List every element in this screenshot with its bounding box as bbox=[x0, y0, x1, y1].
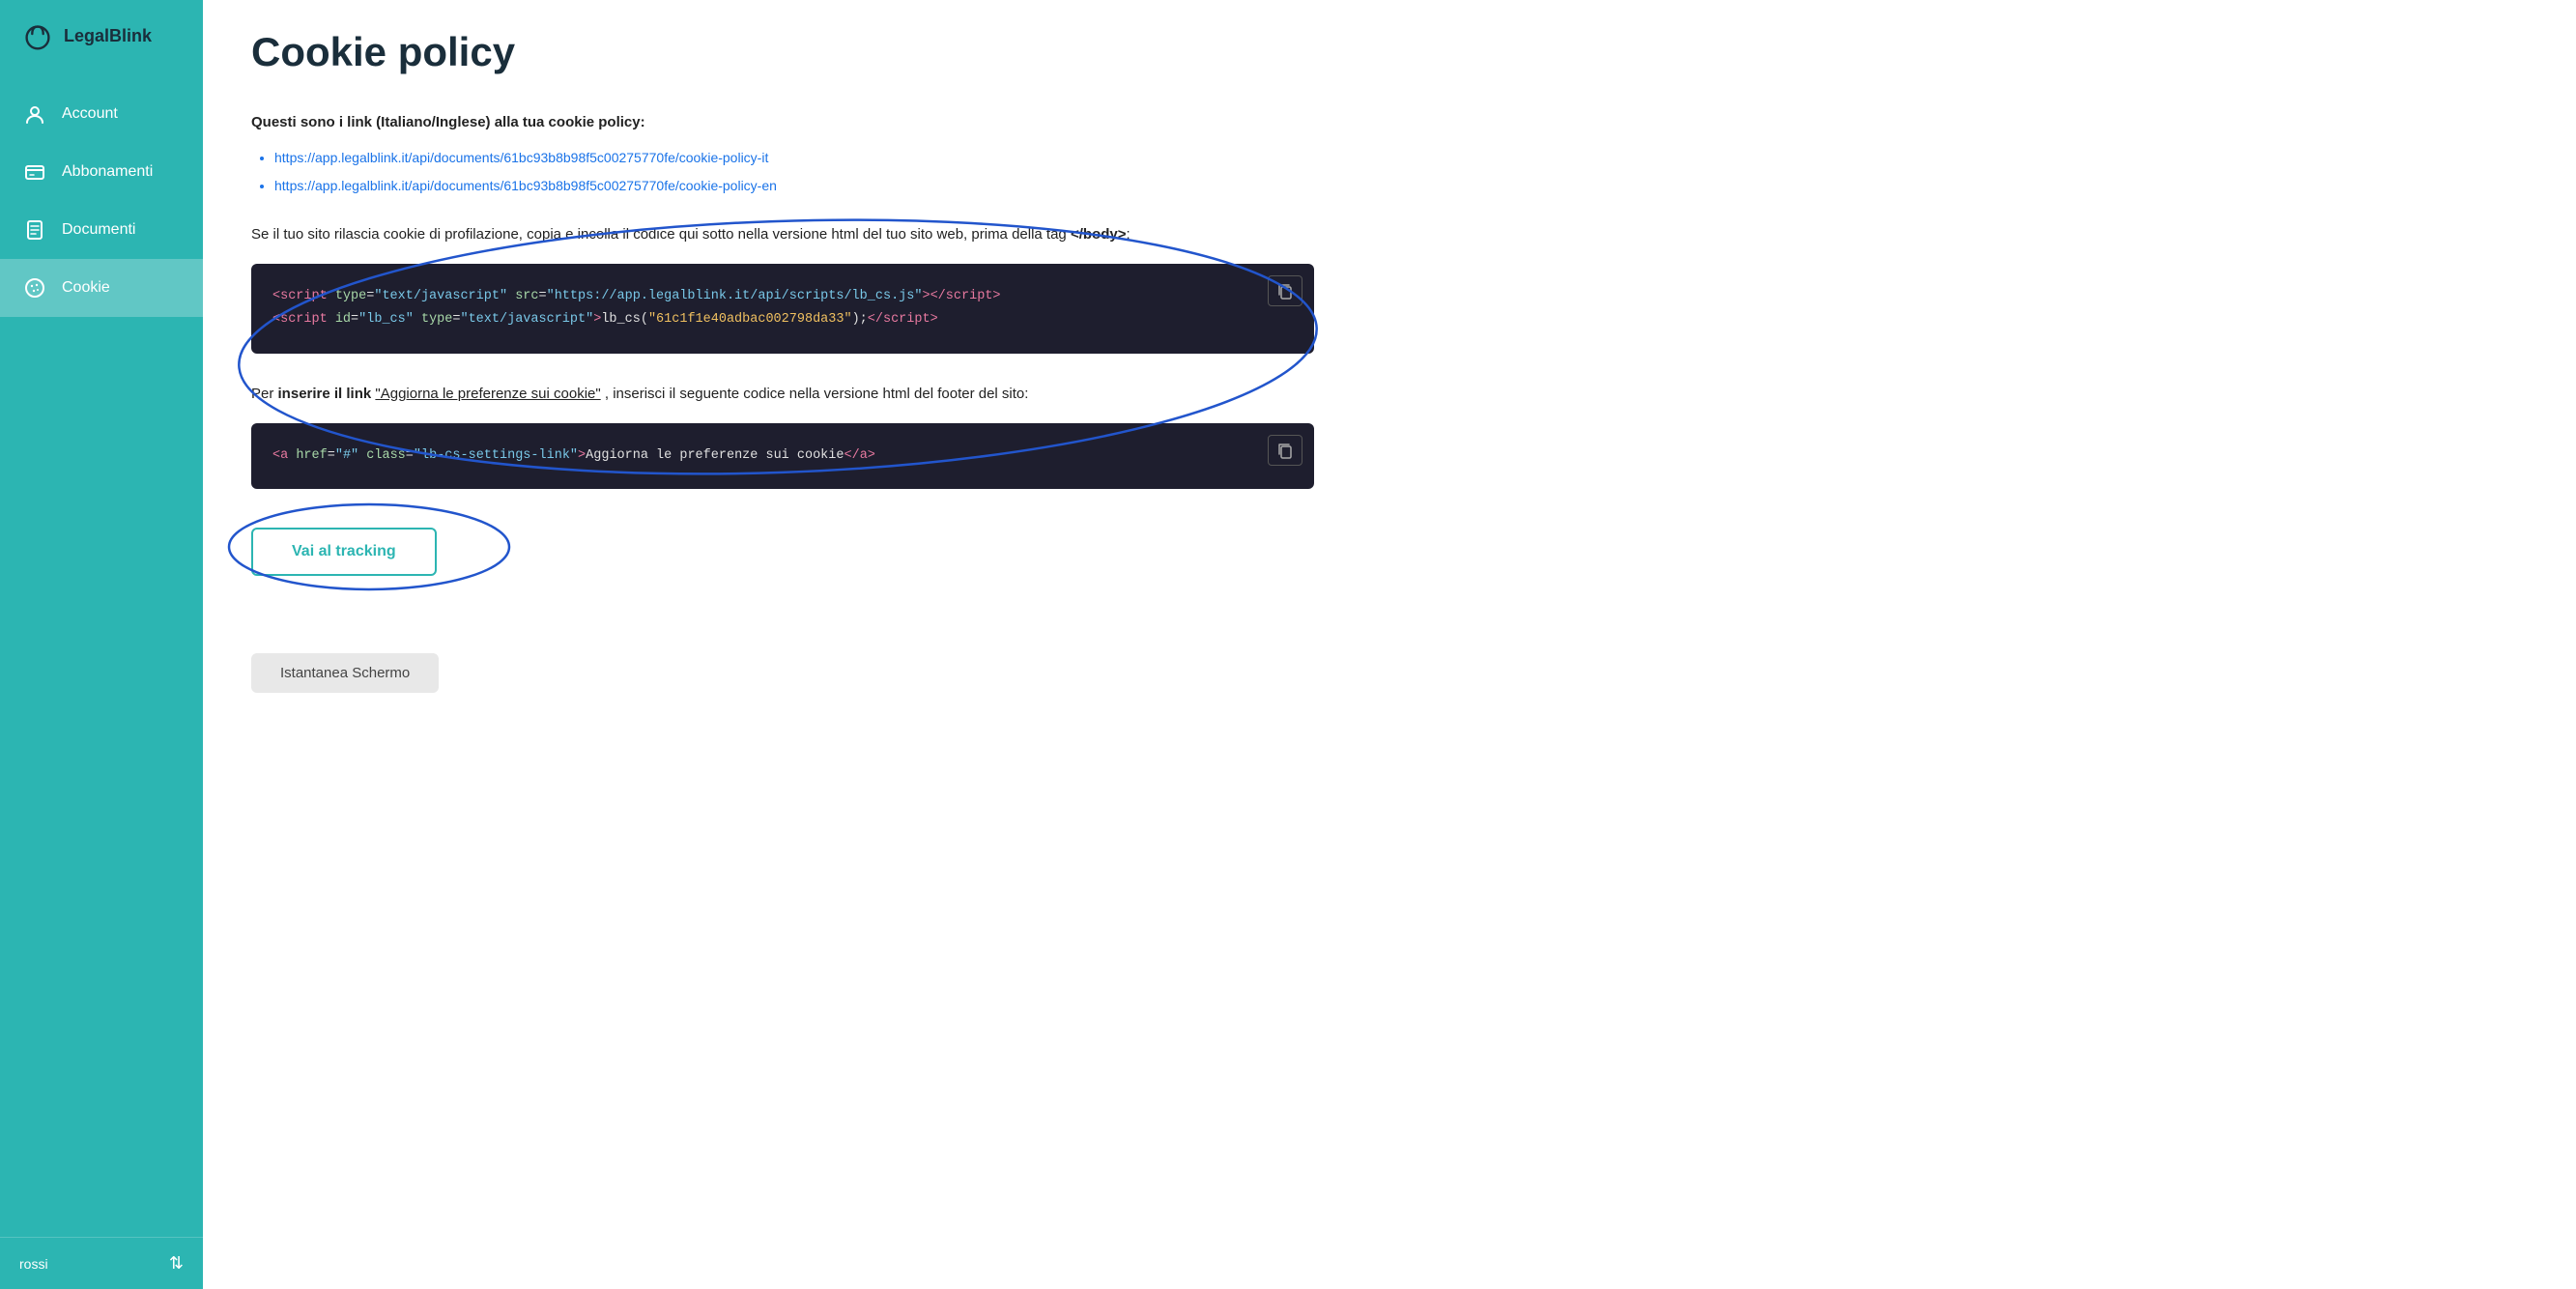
profilazione-text: Se il tuo sito rilascia cookie di profil… bbox=[251, 223, 1314, 246]
code-line-2: <script id="lb_cs" type="text/javascript… bbox=[272, 308, 1256, 331]
sidebar-item-documenti-label: Documenti bbox=[62, 221, 135, 239]
cookie-icon bbox=[23, 276, 46, 300]
sidebar-item-cookie[interactable]: Cookie bbox=[0, 259, 203, 317]
vai-btn-wrapper: Vai al tracking bbox=[251, 518, 437, 605]
code-block-2: <a href="#" class="lb-cs-settings-link">… bbox=[251, 423, 1314, 489]
sidebar-nav: Account Abbonamenti Documenti bbox=[0, 75, 203, 1237]
code-block-2-wrapper: <a href="#" class="lb-cs-settings-link">… bbox=[251, 423, 1314, 489]
sidebar-footer[interactable]: rossi ⇅ bbox=[0, 1237, 203, 1289]
sidebar-item-account[interactable]: Account bbox=[0, 85, 203, 143]
insert-text: Per inserire il link "Aggiorna le prefer… bbox=[251, 383, 1314, 406]
istantanea-button[interactable]: Istantanea Schermo bbox=[251, 653, 439, 693]
code-line-3: <a href="#" class="lb-cs-settings-link">… bbox=[272, 444, 1256, 468]
cookie-policy-en-link[interactable]: https://app.legalblink.it/api/documents/… bbox=[274, 178, 777, 193]
copy-button-1[interactable] bbox=[1268, 275, 1302, 306]
sidebar-item-account-label: Account bbox=[62, 105, 118, 123]
code-block-1-wrapper: <script type="text/javascript" src="http… bbox=[251, 264, 1314, 354]
content-section: Questi sono i link (Italiano/Inglese) al… bbox=[251, 114, 1314, 693]
code-line-1: <script type="text/javascript" src="http… bbox=[272, 285, 1256, 308]
page-title: Cookie policy bbox=[251, 29, 2528, 75]
sidebar-item-abbonamenti[interactable]: Abbonamenti bbox=[0, 143, 203, 201]
sidebar-item-documenti[interactable]: Documenti bbox=[0, 201, 203, 259]
logo-icon bbox=[19, 17, 56, 54]
links-label: Questi sono i link (Italiano/Inglese) al… bbox=[251, 114, 1314, 130]
documenti-icon bbox=[23, 218, 46, 242]
sidebar-item-abbonamenti-label: Abbonamenti bbox=[62, 163, 153, 181]
bottom-area: Istantanea Schermo bbox=[251, 653, 1314, 693]
vai-al-tracking-button[interactable]: Vai al tracking bbox=[251, 528, 437, 576]
abbonamenti-icon bbox=[23, 160, 46, 184]
main-content: Cookie policy Questi sono i link (Italia… bbox=[203, 0, 2576, 1289]
sidebar-item-cookie-label: Cookie bbox=[62, 279, 110, 297]
list-item: https://app.legalblink.it/api/documents/… bbox=[274, 176, 1314, 196]
code-block-1: <script type="text/javascript" src="http… bbox=[251, 264, 1314, 354]
cookie-policy-it-link[interactable]: https://app.legalblink.it/api/documents/… bbox=[274, 150, 768, 165]
list-item: https://app.legalblink.it/api/documents/… bbox=[274, 148, 1314, 168]
copy-button-2[interactable] bbox=[1268, 435, 1302, 466]
links-list: https://app.legalblink.it/api/documents/… bbox=[251, 148, 1314, 196]
annotation-wrapper: Se il tuo sito rilascia cookie di profil… bbox=[251, 223, 1314, 354]
account-icon bbox=[23, 102, 46, 126]
username: rossi bbox=[19, 1256, 48, 1272]
sidebar: LegalBlink Account Abbonamenti bbox=[0, 0, 203, 1289]
logo: LegalBlink bbox=[0, 0, 203, 75]
logo-text: LegalBlink bbox=[64, 26, 152, 46]
chevron-icon: ⇅ bbox=[169, 1253, 184, 1274]
